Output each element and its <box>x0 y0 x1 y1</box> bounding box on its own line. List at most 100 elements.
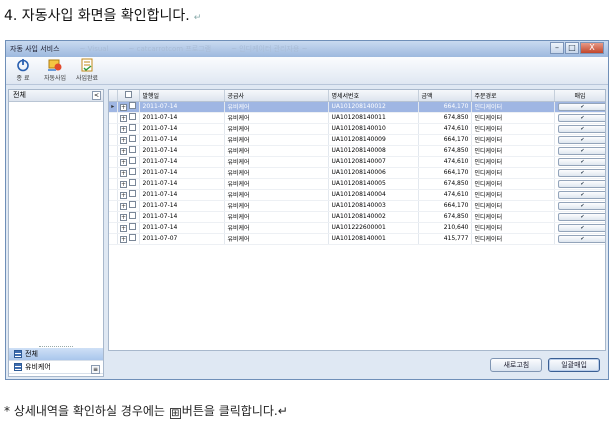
column-header-supplier[interactable]: 공급사 <box>224 90 329 102</box>
exit-button[interactable]: 종 료 <box>10 58 36 82</box>
row-controls: + <box>117 145 140 157</box>
expand-plus-icon[interactable]: + <box>120 203 128 210</box>
expand-plus-icon[interactable]: + <box>120 214 128 221</box>
row-checkbox[interactable] <box>128 135 136 142</box>
purchase-button[interactable]: ✔ <box>557 168 605 177</box>
table-row[interactable]: + 2011-07-14 유비케어 UA101208140004 474,610 인디케… <box>109 189 605 201</box>
column-header-amount[interactable]: 금액 <box>418 90 472 102</box>
row-checkbox[interactable] <box>128 234 136 241</box>
table-row[interactable]: ▸ + 2011-07-14 유비케어 UA101208140012 664,170 인디… <box>109 101 605 113</box>
cell-amount: 674,850 <box>418 211 472 223</box>
cell-supplier: 유비케어 <box>224 167 329 179</box>
cell-date: 2011-07-14 <box>139 145 225 157</box>
expand-plus-icon[interactable]: + <box>120 225 128 232</box>
maximize-button[interactable]: □ <box>565 42 579 54</box>
auto-purchase-icon <box>47 58 63 72</box>
purchase-button[interactable]: ✔ <box>557 135 605 144</box>
purchase-button[interactable]: ✔ <box>557 179 605 188</box>
row-checkbox[interactable] <box>128 201 136 208</box>
expand-plus-icon[interactable]: + <box>120 126 128 133</box>
purchase-button[interactable]: ✔ <box>557 190 605 199</box>
cell-route: 인디케이터 <box>471 123 555 135</box>
column-header-select[interactable] <box>117 90 140 102</box>
expand-plus-icon[interactable]: + <box>120 181 128 188</box>
expand-plus-icon[interactable]: + <box>120 148 128 155</box>
purchase-complete-button[interactable]: 사입완료 <box>74 58 100 82</box>
table-row[interactable]: + 2011-07-14 유비케어 UA101208140002 674,850 인디케… <box>109 211 605 223</box>
invoice-table: 발행일 공급사 명세서번호 금액 주문경로 매입 ▸ + 2011-07-14 유비… <box>109 90 605 245</box>
row-checkbox[interactable] <box>128 223 136 230</box>
cell-purchase: ✔ <box>554 145 605 157</box>
select-all-checkbox[interactable] <box>124 90 132 98</box>
cell-supplier: 유비케어 <box>224 233 329 245</box>
cell-route: 인디케이터 <box>471 211 555 223</box>
expand-plus-icon[interactable]: + <box>120 104 128 111</box>
taskbar-tab[interactable]: ~ Visual <box>80 45 109 53</box>
table-row[interactable]: + 2011-07-07 유비케어 UA101208140001 415,777 인디케… <box>109 233 605 245</box>
purchase-button[interactable]: ✔ <box>557 146 605 155</box>
expand-plus-icon[interactable]: + <box>120 170 128 177</box>
row-checkbox[interactable] <box>128 168 136 175</box>
column-header-date[interactable]: 발행일 <box>139 90 225 102</box>
row-checkbox[interactable] <box>128 190 136 197</box>
table-row[interactable]: + 2011-07-14 유비케어 UA101208140003 664,170 인디케… <box>109 200 605 212</box>
cell-route: 인디케이터 <box>471 233 555 245</box>
cell-invoice: UA101208140007 <box>328 156 419 168</box>
expand-plus-icon[interactable]: + <box>120 159 128 166</box>
nav-item-ubicare[interactable]: 유비케어 <box>9 361 103 374</box>
purchase-button[interactable]: ✔ <box>557 201 605 210</box>
close-button[interactable]: X <box>580 42 604 54</box>
window-controls: – □ X <box>550 42 604 54</box>
expand-plus-icon[interactable]: + <box>120 236 128 243</box>
column-header-purchase[interactable]: 매입 <box>554 90 605 102</box>
row-checkbox[interactable] <box>128 212 136 219</box>
cell-date: 2011-07-14 <box>139 134 225 146</box>
table-row[interactable]: + 2011-07-14 유비케어 UA101208140006 664,170 인디케… <box>109 167 605 179</box>
row-indicator <box>109 134 118 146</box>
row-controls: + <box>117 178 140 190</box>
auto-purchase-button[interactable]: 자동사입 <box>42 58 68 82</box>
collapse-button[interactable]: < <box>92 91 101 100</box>
table-row[interactable]: + 2011-07-14 유비케어 UA101208140005 674,850 인디케… <box>109 178 605 190</box>
row-controls: + <box>117 156 140 168</box>
cell-amount: 674,850 <box>418 178 472 190</box>
cell-supplier: 유비케어 <box>224 145 329 157</box>
row-checkbox[interactable] <box>128 124 136 131</box>
table-row[interactable]: + 2011-07-14 유비케어 UA101222600001 210,640 인디케… <box>109 222 605 234</box>
purchase-button[interactable]: ✔ <box>557 157 605 166</box>
row-checkbox[interactable] <box>128 102 136 109</box>
column-header-route[interactable]: 주문경로 <box>471 90 555 102</box>
table-row[interactable]: + 2011-07-14 유비케어 UA101208140007 474,610 인디케… <box>109 156 605 168</box>
row-controls: + <box>117 189 140 201</box>
purchase-button[interactable]: ✔ <box>557 124 605 133</box>
expand-plus-icon[interactable]: + <box>120 192 128 199</box>
table-row[interactable]: + 2011-07-14 유비케어 UA101208140010 474,610 인디케… <box>109 123 605 135</box>
cell-supplier: 유비케어 <box>224 134 329 146</box>
expand-plus-icon[interactable]: + <box>120 115 128 122</box>
cell-amount: 474,610 <box>418 189 472 201</box>
nav-item-label: 유비케어 <box>25 362 51 371</box>
row-checkbox[interactable] <box>128 113 136 120</box>
table-row[interactable]: + 2011-07-14 유비케어 UA101208140011 674,850 인디케… <box>109 112 605 124</box>
nav-options-button[interactable]: ≡ <box>91 365 100 374</box>
cell-amount: 664,170 <box>418 167 472 179</box>
row-checkbox[interactable] <box>128 146 136 153</box>
purchase-button[interactable]: ✔ <box>557 234 605 243</box>
nav-item-all[interactable]: 전체 <box>9 348 103 361</box>
purchase-button[interactable]: ✔ <box>557 223 605 232</box>
purchase-button[interactable]: ✔ <box>557 113 605 122</box>
expand-plus-icon[interactable]: + <box>120 137 128 144</box>
table-row[interactable]: + 2011-07-14 유비케어 UA101208140008 674,850 인디케… <box>109 145 605 157</box>
column-header-invoice[interactable]: 명세서번호 <box>328 90 419 102</box>
taskbar-tab[interactable]: ~ catcarrotcom 프로그램 <box>129 44 212 54</box>
minimize-button[interactable]: – <box>550 42 564 54</box>
row-checkbox[interactable] <box>128 157 136 164</box>
bulk-purchase-button[interactable]: 일괄매입 <box>548 358 600 372</box>
row-controls: + <box>117 112 140 124</box>
refresh-button[interactable]: 새로고침 <box>490 358 543 372</box>
purchase-button[interactable]: ✔ <box>557 102 605 111</box>
row-checkbox[interactable] <box>128 179 136 186</box>
purchase-button[interactable]: ✔ <box>557 212 605 221</box>
taskbar-tab[interactable]: ~ 인디케이터 관리자용 ~ <box>231 44 307 54</box>
table-row[interactable]: + 2011-07-14 유비케어 UA101208140009 664,170 인디케… <box>109 134 605 146</box>
